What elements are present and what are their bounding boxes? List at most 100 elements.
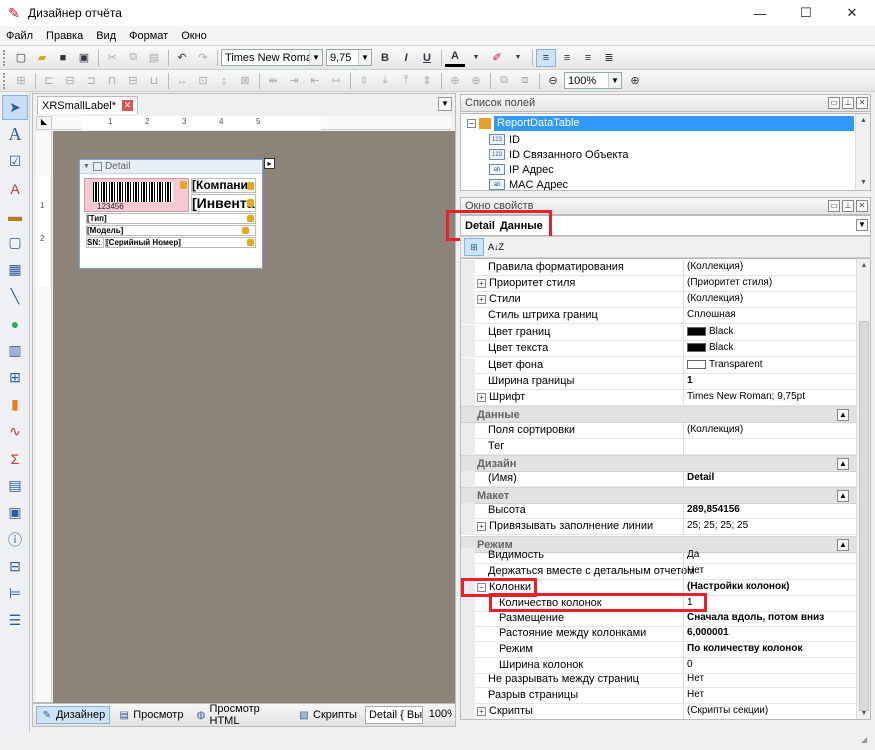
html-preview-button[interactable]: ◍ Просмотр HTML bbox=[191, 703, 290, 727]
v-spacing-increase-icon[interactable]: ⤓ bbox=[375, 72, 395, 90]
scroll-up-icon[interactable]: ▲ bbox=[857, 259, 870, 273]
h-spacing-remove-icon[interactable]: ⇿ bbox=[326, 72, 346, 90]
align-centers-icon[interactable]: ⊟ bbox=[60, 72, 80, 90]
underline-button[interactable]: U bbox=[417, 49, 437, 67]
collapse-icon[interactable]: ▲ bbox=[837, 458, 849, 470]
property-row[interactable]: Не разрывать между страниц Нет bbox=[461, 672, 857, 688]
property-grid-scrollbar[interactable]: ▲ ▼ bbox=[856, 259, 870, 719]
property-value[interactable]: Transparent bbox=[687, 359, 763, 370]
detail-band[interactable]: ▼ Detail ▸ 123456 [Компания] [Инвентар [… bbox=[79, 158, 275, 269]
property-row[interactable]: Высота 289,854156 bbox=[461, 503, 857, 519]
toolbar-grip[interactable] bbox=[3, 72, 7, 89]
model-label[interactable]: [Модель] bbox=[86, 225, 256, 236]
property-row[interactable]: Размещение Сначала вдоль, потом вниз bbox=[461, 611, 857, 627]
same-size-icon[interactable]: ⊠ bbox=[235, 72, 255, 90]
h-spacing-decrease-icon[interactable]: ⇤ bbox=[305, 72, 325, 90]
expand-icon[interactable]: + bbox=[477, 707, 486, 716]
cross-band-line-icon[interactable]: ⊨ bbox=[2, 581, 28, 606]
property-row[interactable]: Ширина границы 1 bbox=[461, 374, 857, 390]
panel-tool-icon[interactable]: ▢ bbox=[2, 230, 28, 255]
menu-format[interactable]: Формат bbox=[129, 30, 168, 42]
bring-to-front-icon[interactable]: ⧉ bbox=[494, 72, 514, 90]
cut-icon[interactable]: ✂ bbox=[102, 49, 122, 67]
close-icon[interactable]: ✕ bbox=[121, 100, 133, 111]
type-label[interactable]: [Тип] bbox=[86, 213, 256, 224]
menu-window[interactable]: Окно bbox=[181, 30, 207, 42]
property-row[interactable]: Держаться вместе с детальным отчетом Нет bbox=[461, 564, 857, 580]
property-value[interactable]: (Коллекция) bbox=[687, 293, 743, 304]
barcode-control[interactable]: 123456 bbox=[84, 178, 189, 212]
sn-caption-label[interactable]: SN: bbox=[86, 237, 104, 248]
h-spacing-equal-icon[interactable]: ⇹ bbox=[263, 72, 283, 90]
chevron-down-icon[interactable]: ▼ bbox=[608, 73, 621, 88]
redo-icon[interactable]: ↷ bbox=[193, 49, 213, 67]
alphabetical-sort-icon[interactable]: A↓Z bbox=[486, 238, 506, 256]
zoom-out-icon[interactable]: ⊖ bbox=[543, 72, 563, 90]
property-row[interactable]: (Имя) Detail bbox=[461, 471, 857, 487]
serial-number-label[interactable]: [Серийный Номер] bbox=[105, 237, 256, 248]
property-row[interactable]: Разрыв страницы Нет bbox=[461, 688, 857, 704]
scroll-down-icon[interactable]: ▼ bbox=[856, 176, 870, 190]
pin-icon[interactable]: ⊥ bbox=[842, 200, 854, 212]
bold-button[interactable]: B bbox=[375, 49, 395, 67]
field-item[interactable]: 123 ID Связанного Объекта bbox=[489, 147, 629, 162]
menu-view[interactable]: Вид bbox=[96, 30, 116, 42]
property-row[interactable]: Цвет границ Black bbox=[461, 325, 857, 341]
same-width-icon[interactable]: ↔ bbox=[172, 72, 192, 90]
label-tool-icon[interactable]: A bbox=[2, 122, 28, 147]
shape-tool-icon[interactable]: ● bbox=[2, 311, 28, 336]
open-folder-icon[interactable]: ▰ bbox=[32, 49, 52, 67]
send-to-back-icon[interactable]: ⧈ bbox=[515, 72, 535, 90]
center-horizontally-icon[interactable]: ⊕ bbox=[445, 72, 465, 90]
property-row[interactable]: + Стили (Коллекция) bbox=[461, 292, 857, 308]
maximize-button[interactable]: ☐ bbox=[783, 0, 829, 26]
close-icon[interactable]: ✕ bbox=[856, 200, 868, 212]
restore-icon[interactable]: ▭ bbox=[828, 200, 840, 212]
zoom-in-icon[interactable]: ⊕ bbox=[625, 72, 645, 90]
field-list-scrollbar[interactable]: ▲ ▼ bbox=[855, 114, 870, 190]
expand-icon[interactable]: + bbox=[477, 279, 486, 288]
undo-icon[interactable]: ↶ bbox=[172, 49, 192, 67]
collapse-icon[interactable]: − bbox=[477, 583, 486, 592]
align-tops-icon[interactable]: ⊓ bbox=[102, 72, 122, 90]
v-spacing-decrease-icon[interactable]: ⤒ bbox=[396, 72, 416, 90]
chevron-down-icon[interactable]: ▼ bbox=[466, 49, 486, 67]
property-value[interactable]: 1 bbox=[687, 597, 693, 608]
align-rights-icon[interactable]: ⊐ bbox=[81, 72, 101, 90]
field-item[interactable]: ab MAC Адрес bbox=[489, 177, 568, 190]
pivot-tool-icon[interactable]: Σ bbox=[2, 446, 28, 471]
property-category[interactable]: Дизайн ▲ bbox=[461, 455, 857, 472]
property-value[interactable]: 289,854156 bbox=[687, 504, 740, 515]
property-row[interactable]: Стиль штриха границ Сплошная bbox=[461, 308, 857, 324]
menu-file[interactable]: Файл bbox=[6, 30, 33, 42]
report-canvas[interactable]: ▼ Detail ▸ 123456 [Компания] [Инвентар [… bbox=[53, 131, 455, 703]
expand-icon[interactable]: + bbox=[477, 295, 486, 304]
scroll-thumb[interactable] bbox=[859, 321, 869, 711]
property-value[interactable]: Times New Roman; 9,75pt bbox=[687, 391, 805, 402]
info-tool-icon[interactable]: ⓘ bbox=[2, 527, 28, 552]
property-row[interactable]: Видимость Да bbox=[461, 548, 857, 564]
tab-list-icon[interactable]: ▼ bbox=[438, 97, 452, 111]
designer-view-button[interactable]: ✎ Дизайнер bbox=[36, 706, 111, 724]
property-value[interactable]: (Коллекция) bbox=[687, 261, 743, 272]
toolbar-grip[interactable] bbox=[3, 49, 7, 66]
property-row[interactable]: Режим По количеству колонок bbox=[461, 642, 857, 658]
chevron-down-icon[interactable]: ▼ bbox=[856, 219, 868, 231]
align-center-icon[interactable]: ≡ bbox=[557, 49, 577, 67]
collapse-icon[interactable]: ▼ bbox=[83, 163, 90, 170]
property-value[interactable]: (Скрипты секции) bbox=[687, 705, 768, 716]
property-value[interactable]: Black bbox=[687, 326, 733, 337]
align-justify-icon[interactable]: ≣ bbox=[599, 49, 619, 67]
collapse-icon[interactable]: ▲ bbox=[837, 409, 849, 421]
property-row[interactable]: + Скрипты (Скрипты секции) bbox=[461, 704, 857, 719]
collapse-icon[interactable]: ▲ bbox=[837, 490, 849, 502]
barcode-tool-icon[interactable]: ▥ bbox=[2, 338, 28, 363]
cross-band-box-icon[interactable]: ☰ bbox=[2, 608, 28, 633]
sparkline-tool-icon[interactable]: ∿ bbox=[2, 419, 28, 444]
text-color-icon[interactable]: A bbox=[445, 49, 465, 67]
property-row[interactable]: Растояние между колонками 6,000001 bbox=[461, 626, 857, 642]
chevron-down-icon[interactable]: ▼ bbox=[309, 50, 322, 65]
property-value[interactable]: Сплошная bbox=[687, 309, 736, 320]
property-value[interactable]: Да bbox=[687, 549, 699, 560]
scroll-down-icon[interactable]: ▼ bbox=[857, 707, 870, 719]
